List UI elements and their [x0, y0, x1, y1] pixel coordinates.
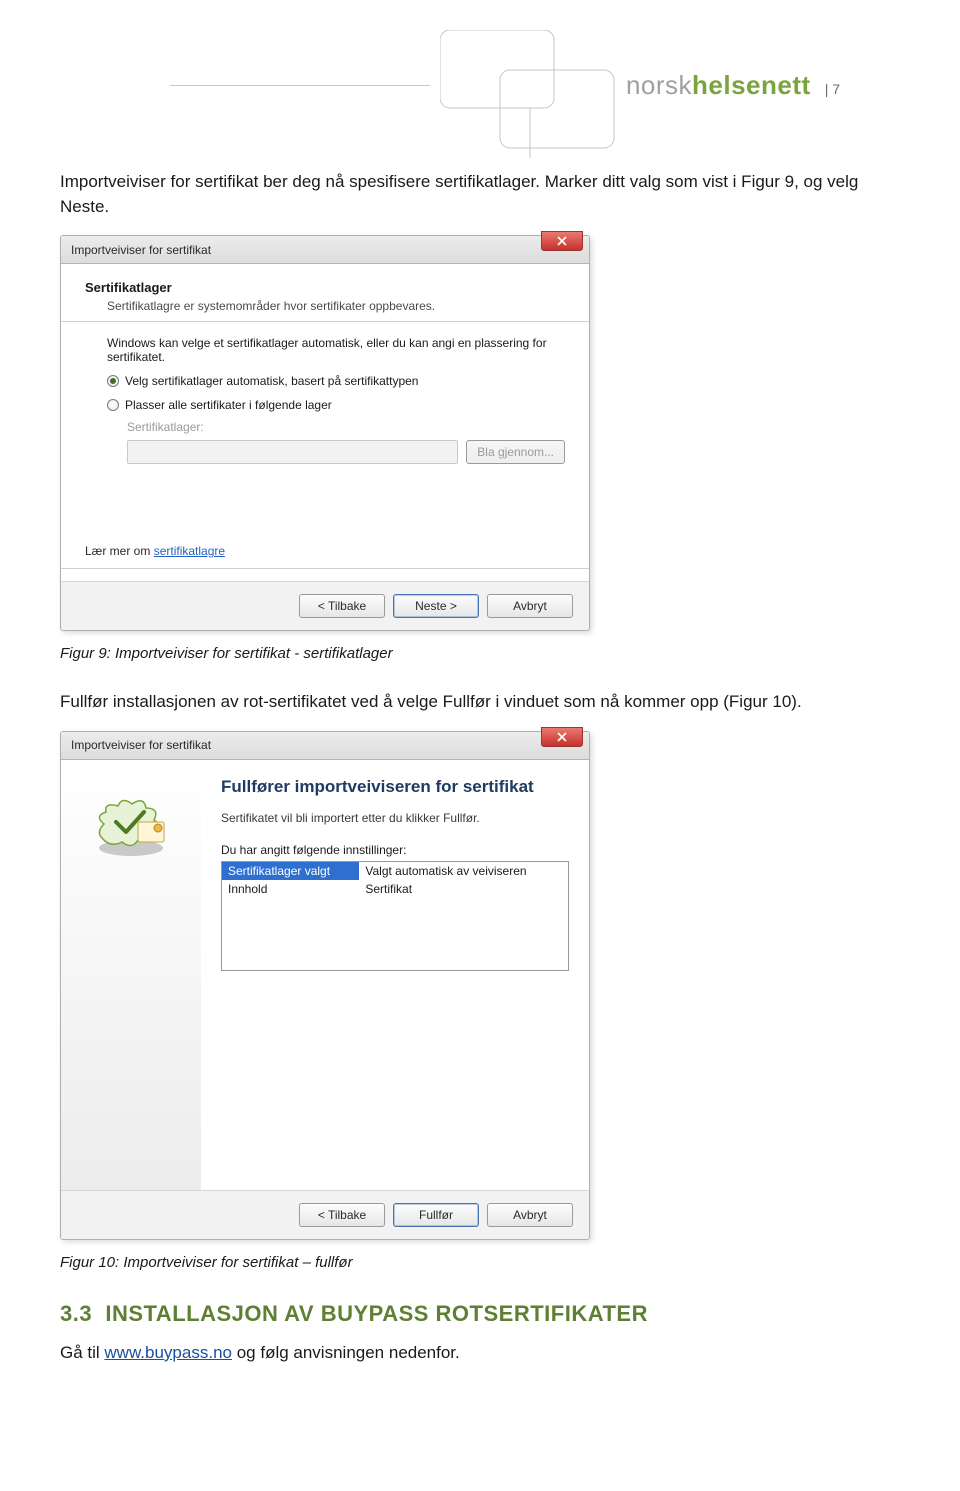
paragraph-1: Importveiviser for sertifikat ber deg nå…	[60, 170, 900, 219]
section-title-text: INSTALLASJON AV BUYPASS ROTSERTIFIKATER	[105, 1301, 648, 1326]
brand-light: norsk	[626, 70, 692, 100]
table-cell-value: Sertifikat	[359, 880, 568, 898]
table-cell-key: Innhold	[222, 880, 359, 898]
back-button[interactable]: < Tilbake	[299, 594, 385, 618]
settings-list-label: Du har angitt følgende innstillinger:	[221, 843, 569, 857]
dialog-body: Sertifikatlager Sertifikatlagre er syste…	[61, 264, 589, 581]
next-button[interactable]: Neste >	[393, 594, 479, 618]
cancel-button[interactable]: Avbryt	[487, 1203, 573, 1227]
radio-auto[interactable]: Velg sertifikatlager automatisk, basert …	[107, 374, 565, 388]
finish-info: Sertifikatet vil bli importert etter du …	[221, 811, 569, 825]
radio-place-label: Plasser alle sertifikater i følgende lag…	[125, 398, 332, 412]
learn-more-link[interactable]: sertifikatlagre	[154, 544, 225, 558]
section-number: 3.3	[60, 1301, 92, 1326]
brand-block: norskhelsenett | 7	[626, 70, 840, 101]
table-row: Innhold Sertifikat	[222, 880, 568, 898]
divider	[61, 568, 589, 569]
divider	[61, 321, 589, 322]
dialog-titlebar: Importveiviser for sertifikat	[61, 236, 589, 264]
dialog-buttons: < Tilbake Fullfør Avbryt	[61, 1190, 589, 1239]
dialog-subtext: Sertifikatlagre er systemområder hvor se…	[85, 299, 565, 313]
close-icon[interactable]	[541, 231, 583, 251]
cert-store-input[interactable]	[127, 440, 458, 464]
section-heading: 3.3 INSTALLASJON AV BUYPASS ROTSERTIFIKA…	[60, 1301, 900, 1327]
finish-button[interactable]: Fullfør	[393, 1203, 479, 1227]
wizard-art	[61, 760, 201, 1190]
dialog-title: Importveiviser for sertifikat	[71, 738, 211, 752]
table-row: Sertifikatlager valgt Valgt automatisk a…	[222, 862, 568, 880]
header-rule	[170, 85, 430, 86]
radio-auto-label: Velg sertifikatlager automatisk, basert …	[125, 374, 418, 388]
dialog-title: Importveiviser for sertifikat	[71, 243, 211, 257]
learn-more: Lær mer om sertifikatlagre	[85, 544, 565, 558]
dialog-heading: Sertifikatlager	[85, 280, 565, 295]
certificate-icon	[88, 788, 174, 858]
figure-caption-10: Figur 10: Importveiviser for sertifikat …	[60, 1254, 900, 1271]
close-icon[interactable]	[541, 727, 583, 747]
dialog-buttons: < Tilbake Neste > Avbryt	[61, 581, 589, 630]
cancel-button[interactable]: Avbryt	[487, 594, 573, 618]
buypass-link[interactable]: www.buypass.no	[104, 1343, 232, 1362]
browse-button[interactable]: Bla gjennom...	[466, 440, 565, 464]
dialog-body: Fullfører importveiviseren for sertifika…	[61, 760, 589, 1190]
page-number: | 7	[825, 81, 840, 97]
paragraph-3: Gå til www.buypass.no og følg anvisninge…	[60, 1341, 900, 1366]
dialog-explain: Windows kan velge et sertifikatlager aut…	[85, 336, 565, 364]
table-cell-value: Valgt automatisk av veiviseren	[359, 862, 568, 880]
page-header: norskhelsenett | 7	[60, 30, 900, 170]
dialog-cert-store: Importveiviser for sertifikat Sertifikat…	[60, 235, 590, 631]
field-label: Sertifikatlager:	[127, 420, 565, 434]
brand-wordmark: norskhelsenett	[626, 70, 811, 101]
header-ornament	[440, 30, 620, 160]
paragraph-2: Fullfør installasjonen av rot-sertifikat…	[60, 690, 900, 715]
radio-checked-icon	[107, 375, 119, 387]
brand-bold: helsenett	[692, 70, 811, 100]
dialog-titlebar: Importveiviser for sertifikat	[61, 732, 589, 760]
radio-unchecked-icon	[107, 399, 119, 411]
figure-caption-9: Figur 9: Importveiviser for sertifikat -…	[60, 645, 900, 662]
back-button[interactable]: < Tilbake	[299, 1203, 385, 1227]
settings-table: Sertifikatlager valgt Valgt automatisk a…	[221, 861, 569, 971]
table-cell-key: Sertifikatlager valgt	[222, 862, 359, 880]
radio-place[interactable]: Plasser alle sertifikater i følgende lag…	[107, 398, 565, 412]
finish-title: Fullfører importveiviseren for sertifika…	[221, 776, 569, 797]
dialog-finish: Importveiviser for sertifikat Fullfører …	[60, 731, 590, 1240]
